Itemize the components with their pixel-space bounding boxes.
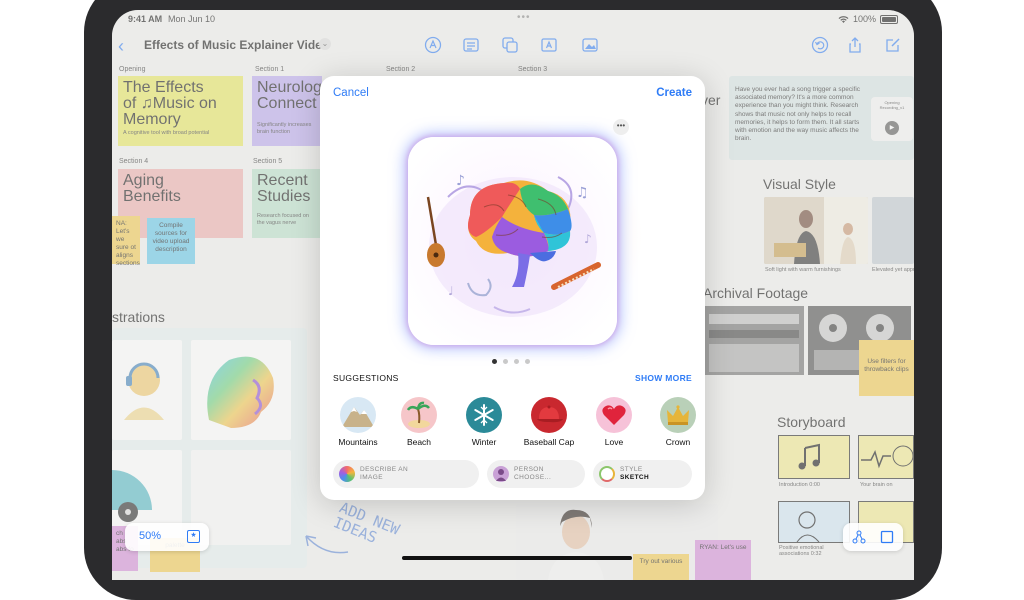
person-line2: CHOOSE... — [514, 474, 552, 481]
create-button[interactable]: Create — [656, 87, 692, 99]
prompt-icon — [339, 466, 355, 482]
suggestion-mountains[interactable]: Mountains — [326, 397, 390, 447]
zoom-control[interactable]: 50% ★ — [125, 523, 209, 551]
describe-image-field[interactable]: DESCRIBE AN IMAGE — [333, 460, 479, 488]
zoom-level[interactable]: 50% — [139, 530, 161, 542]
home-indicator[interactable] — [402, 556, 632, 560]
page-dot-1[interactable] — [492, 359, 497, 364]
image-options: DESCRIBE AN IMAGE PERSON CHOOSE... STYLE… — [333, 460, 692, 488]
mountains-icon — [340, 397, 376, 433]
image-playground-sheet: Cancel Create ♪ ♫ ♩ ♪ ••• SUGGESTIONS SH… — [320, 76, 705, 500]
heart-icon — [596, 397, 632, 433]
style-line1: STYLE — [620, 466, 643, 473]
svg-text:♪: ♪ — [584, 232, 592, 246]
generated-image[interactable]: ♪ ♫ ♩ ♪ — [408, 137, 617, 345]
person-icon — [493, 466, 509, 482]
style-button[interactable]: STYLE SKETCH — [593, 460, 692, 488]
style-icon — [599, 466, 615, 482]
suggestion-label: Beach — [406, 437, 432, 447]
suggestion-label: Baseball Cap — [523, 437, 575, 447]
page-dot-4[interactable] — [525, 359, 530, 364]
crown-icon — [660, 397, 696, 433]
suggestion-baseball-cap[interactable]: Baseball Cap — [517, 397, 581, 447]
page-dot-3[interactable] — [514, 359, 519, 364]
favorite-icon[interactable]: ★ — [187, 530, 200, 543]
person-line1: PERSON — [514, 466, 544, 473]
suggestion-chips: Mountains Beach Winter Baseball Cap Love — [326, 397, 699, 449]
beach-icon — [401, 397, 437, 433]
baseball-cap-icon — [531, 397, 567, 433]
page-dot-2[interactable] — [503, 359, 508, 364]
suggestion-label: Love — [604, 437, 624, 447]
connector-icon[interactable] — [852, 530, 866, 544]
svg-text:♩: ♩ — [448, 284, 454, 298]
page-indicator[interactable] — [492, 359, 530, 364]
person-choose-button[interactable]: PERSON CHOOSE... — [487, 460, 585, 488]
svg-text:♪: ♪ — [456, 173, 465, 189]
suggestion-beach[interactable]: Beach — [387, 397, 451, 447]
snowflake-icon — [466, 397, 502, 433]
brain-music-illustration: ♪ ♫ ♩ ♪ — [408, 137, 617, 345]
suggestion-winter[interactable]: Winter — [452, 397, 516, 447]
suggestion-label: Winter — [471, 437, 497, 447]
svg-text:♫: ♫ — [576, 185, 589, 201]
suggestion-label: Crown — [665, 437, 691, 447]
suggestion-love[interactable]: Love — [582, 397, 646, 447]
suggestion-label: Mountains — [338, 437, 378, 447]
suggestions-heading: SUGGESTIONS — [333, 373, 399, 383]
style-line2: SKETCH — [620, 474, 650, 481]
more-options-icon[interactable]: ••• — [613, 119, 629, 135]
show-more-button[interactable]: SHOW MORE — [635, 373, 692, 383]
navigation-control[interactable] — [843, 523, 903, 551]
frame-icon[interactable] — [880, 530, 894, 544]
describe-line2: IMAGE — [360, 474, 383, 481]
describe-line1: DESCRIBE AN — [360, 466, 409, 473]
cancel-button[interactable]: Cancel — [333, 87, 369, 99]
suggestion-crown[interactable]: Crown — [646, 397, 710, 447]
